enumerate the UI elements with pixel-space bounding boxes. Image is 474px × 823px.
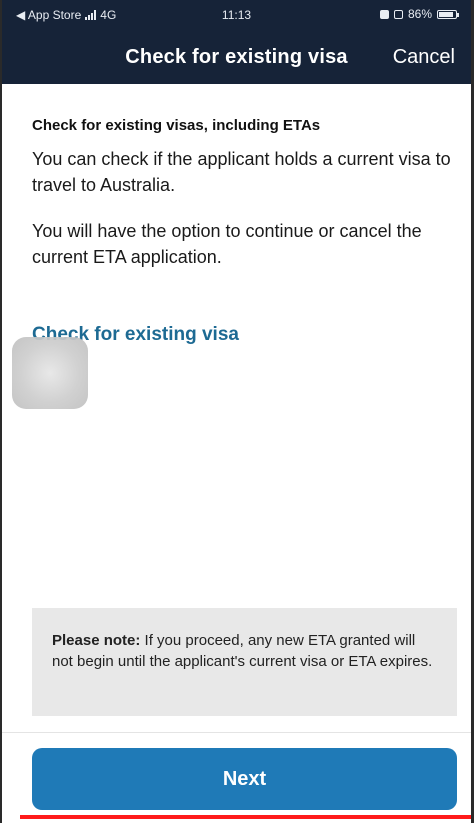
description-paragraph-2: You will have the option to continue or … (32, 221, 422, 267)
battery-icon (437, 9, 459, 19)
note-label: Please note: (52, 632, 141, 649)
battery-percent: 86% (407, 7, 432, 21)
touch-indicator (12, 337, 88, 409)
section-heading: Check for existing visas, including ETAs (32, 117, 321, 134)
top-bar: ◀ App Store 4G 11:13 86% Check for exist… (2, 0, 471, 84)
next-button[interactable]: Next (32, 748, 457, 810)
description-paragraph-1: You can check if the applicant holds a c… (32, 149, 451, 195)
red-underline-marker (20, 815, 471, 819)
lock-rotation-icon (379, 9, 389, 19)
status-right: 86% (379, 7, 459, 21)
screen-mirror-icon (393, 9, 403, 19)
footer-divider (2, 732, 471, 733)
navigation-bar: Check for existing visa Cancel (2, 30, 471, 84)
note-box: Please note: If you proceed, any new ETA… (32, 608, 457, 716)
cancel-button[interactable]: Cancel (393, 46, 455, 69)
status-bar: ◀ App Store 4G 11:13 86% (2, 0, 471, 28)
app-screen: ◀ App Store 4G 11:13 86% Check for exist… (0, 0, 474, 823)
